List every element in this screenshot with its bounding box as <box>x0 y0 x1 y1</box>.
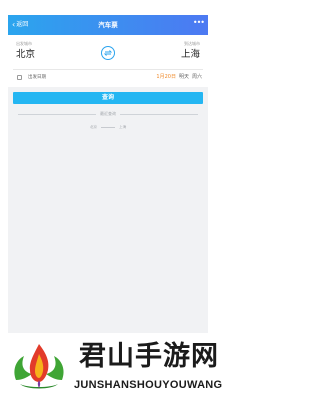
divider <box>18 113 96 115</box>
flame-logo-icon <box>10 340 68 392</box>
route-card: 出发城市 北京 到达城市 上海 出发日期 1月20日 明天 周六 <box>8 35 208 87</box>
recent-search-label: 最近查询 <box>100 111 116 116</box>
date-picker[interactable]: 1月20日 明天 周六 <box>156 74 202 81</box>
more-menu-icon[interactable]: ••• <box>193 18 205 28</box>
recent-from: 北京 <box>89 125 97 129</box>
divider <box>13 69 203 70</box>
from-city-label: 出发城市 <box>16 41 32 46</box>
from-city-field[interactable]: 北京 <box>16 49 35 61</box>
search-button[interactable]: 查询 <box>13 92 203 104</box>
to-city-label: 到达城市 <box>184 41 200 46</box>
watermark-title: 君山手游网 <box>79 341 219 372</box>
header-bar: ‹ 返回 汽车票 ••• <box>8 15 208 35</box>
recent-to: 上海 <box>119 125 127 129</box>
date-value: 1月20日 <box>156 74 176 80</box>
watermark-subtitle: JUNSHANSHOUYOUWANG <box>74 379 223 391</box>
date-checkbox[interactable] <box>17 75 22 80</box>
recent-search-header: 最近查询 <box>18 111 198 117</box>
swap-cities-icon[interactable] <box>101 46 115 60</box>
to-city-field[interactable]: 上海 <box>181 49 200 61</box>
date-relative: 明天 <box>178 74 189 80</box>
route-dash <box>101 126 115 128</box>
app-screen: ‹ 返回 汽车票 ••• 出发城市 北京 到达城市 上海 出发日期 1月20日 … <box>8 15 208 333</box>
date-label: 出发日期 <box>28 75 46 80</box>
date-weekday: 周六 <box>191 74 202 80</box>
recent-search-item[interactable]: 北京 上海 <box>8 124 208 130</box>
watermark: 君山手游网 JUNSHANSHOUYOUWANG <box>10 338 250 396</box>
divider <box>120 113 198 115</box>
page-title: 汽车票 <box>98 21 118 29</box>
